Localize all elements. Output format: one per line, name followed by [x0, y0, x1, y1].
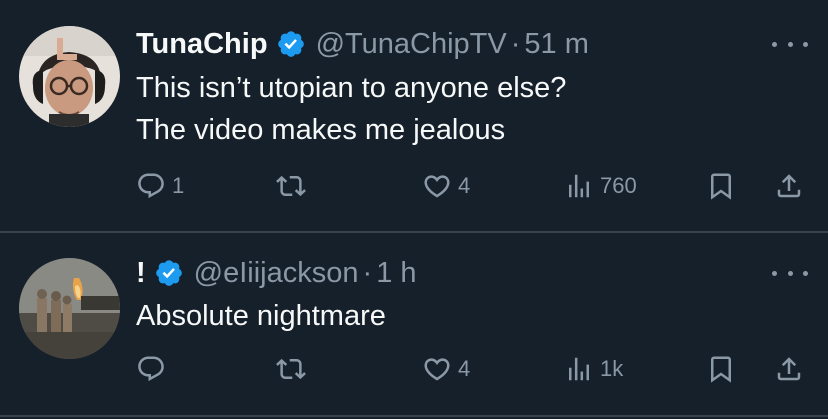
views-icon	[564, 354, 594, 384]
more-icon[interactable]	[772, 263, 808, 283]
reply-icon	[136, 354, 166, 384]
reply-icon	[136, 171, 166, 201]
retweet-button[interactable]	[276, 171, 312, 201]
divider	[0, 415, 828, 417]
tweet-text-line: The video makes me jealous	[136, 114, 506, 146]
tweet-header: ! @eIiijackson · 1 h	[136, 253, 417, 293]
action-bar: 4 1k	[0, 350, 828, 390]
timestamp[interactable]: 1 h	[376, 257, 416, 290]
display-name[interactable]: TunaChip	[136, 28, 268, 61]
separator: ·	[362, 256, 373, 289]
tweet-text: Absolute nightmare	[136, 295, 386, 337]
views-button[interactable]: 760	[564, 171, 637, 201]
like-count: 4	[458, 356, 471, 381]
tweet-header: TunaChip @TunaChipTV · 51 m	[136, 24, 589, 64]
share-icon	[774, 354, 804, 384]
tweet-text-line: Absolute nightmare	[136, 300, 386, 332]
verified-badge-icon	[154, 258, 184, 288]
tweet[interactable]: TunaChip @TunaChipTV · 51 m This isn’t u…	[0, 0, 828, 232]
like-icon	[422, 354, 452, 384]
tweet-text: This isn’t utopian to anyone else? The v…	[136, 67, 566, 151]
like-button[interactable]: 4	[422, 171, 470, 201]
retweet-icon	[276, 171, 306, 201]
more-icon[interactable]	[772, 34, 808, 54]
handle[interactable]: @TunaChipTV	[316, 28, 507, 61]
reply-button[interactable]: 1	[136, 171, 184, 201]
like-count: 4	[458, 173, 471, 198]
bookmark-icon	[706, 171, 736, 201]
share-button[interactable]	[774, 171, 804, 201]
display-name[interactable]: !	[136, 257, 146, 290]
avatar[interactable]	[19, 258, 120, 359]
views-count: 1k	[600, 356, 624, 381]
share-button[interactable]	[774, 354, 804, 384]
retweet-icon	[276, 354, 306, 384]
bookmark-button[interactable]	[706, 354, 736, 384]
separator: ·	[510, 27, 521, 60]
reply-button[interactable]	[136, 354, 172, 384]
tweet-text-line: This isn’t utopian to anyone else?	[136, 72, 567, 104]
action-bar: 1 4 760	[0, 167, 828, 207]
reply-count: 1	[172, 173, 185, 198]
handle[interactable]: @eIiijackson	[194, 257, 359, 290]
avatar[interactable]	[19, 26, 120, 127]
retweet-button[interactable]	[276, 354, 312, 384]
verified-badge-icon	[276, 29, 306, 59]
views-button[interactable]: 1k	[564, 354, 623, 384]
timestamp[interactable]: 51 m	[524, 28, 588, 61]
like-icon	[422, 171, 452, 201]
like-button[interactable]: 4	[422, 354, 470, 384]
views-icon	[564, 171, 594, 201]
tweet[interactable]: ! @eIiijackson · 1 h Absolute nightmare	[0, 233, 828, 419]
bookmark-icon	[706, 354, 736, 384]
bookmark-button[interactable]	[706, 171, 736, 201]
share-icon	[774, 171, 804, 201]
views-count: 760	[600, 173, 637, 198]
